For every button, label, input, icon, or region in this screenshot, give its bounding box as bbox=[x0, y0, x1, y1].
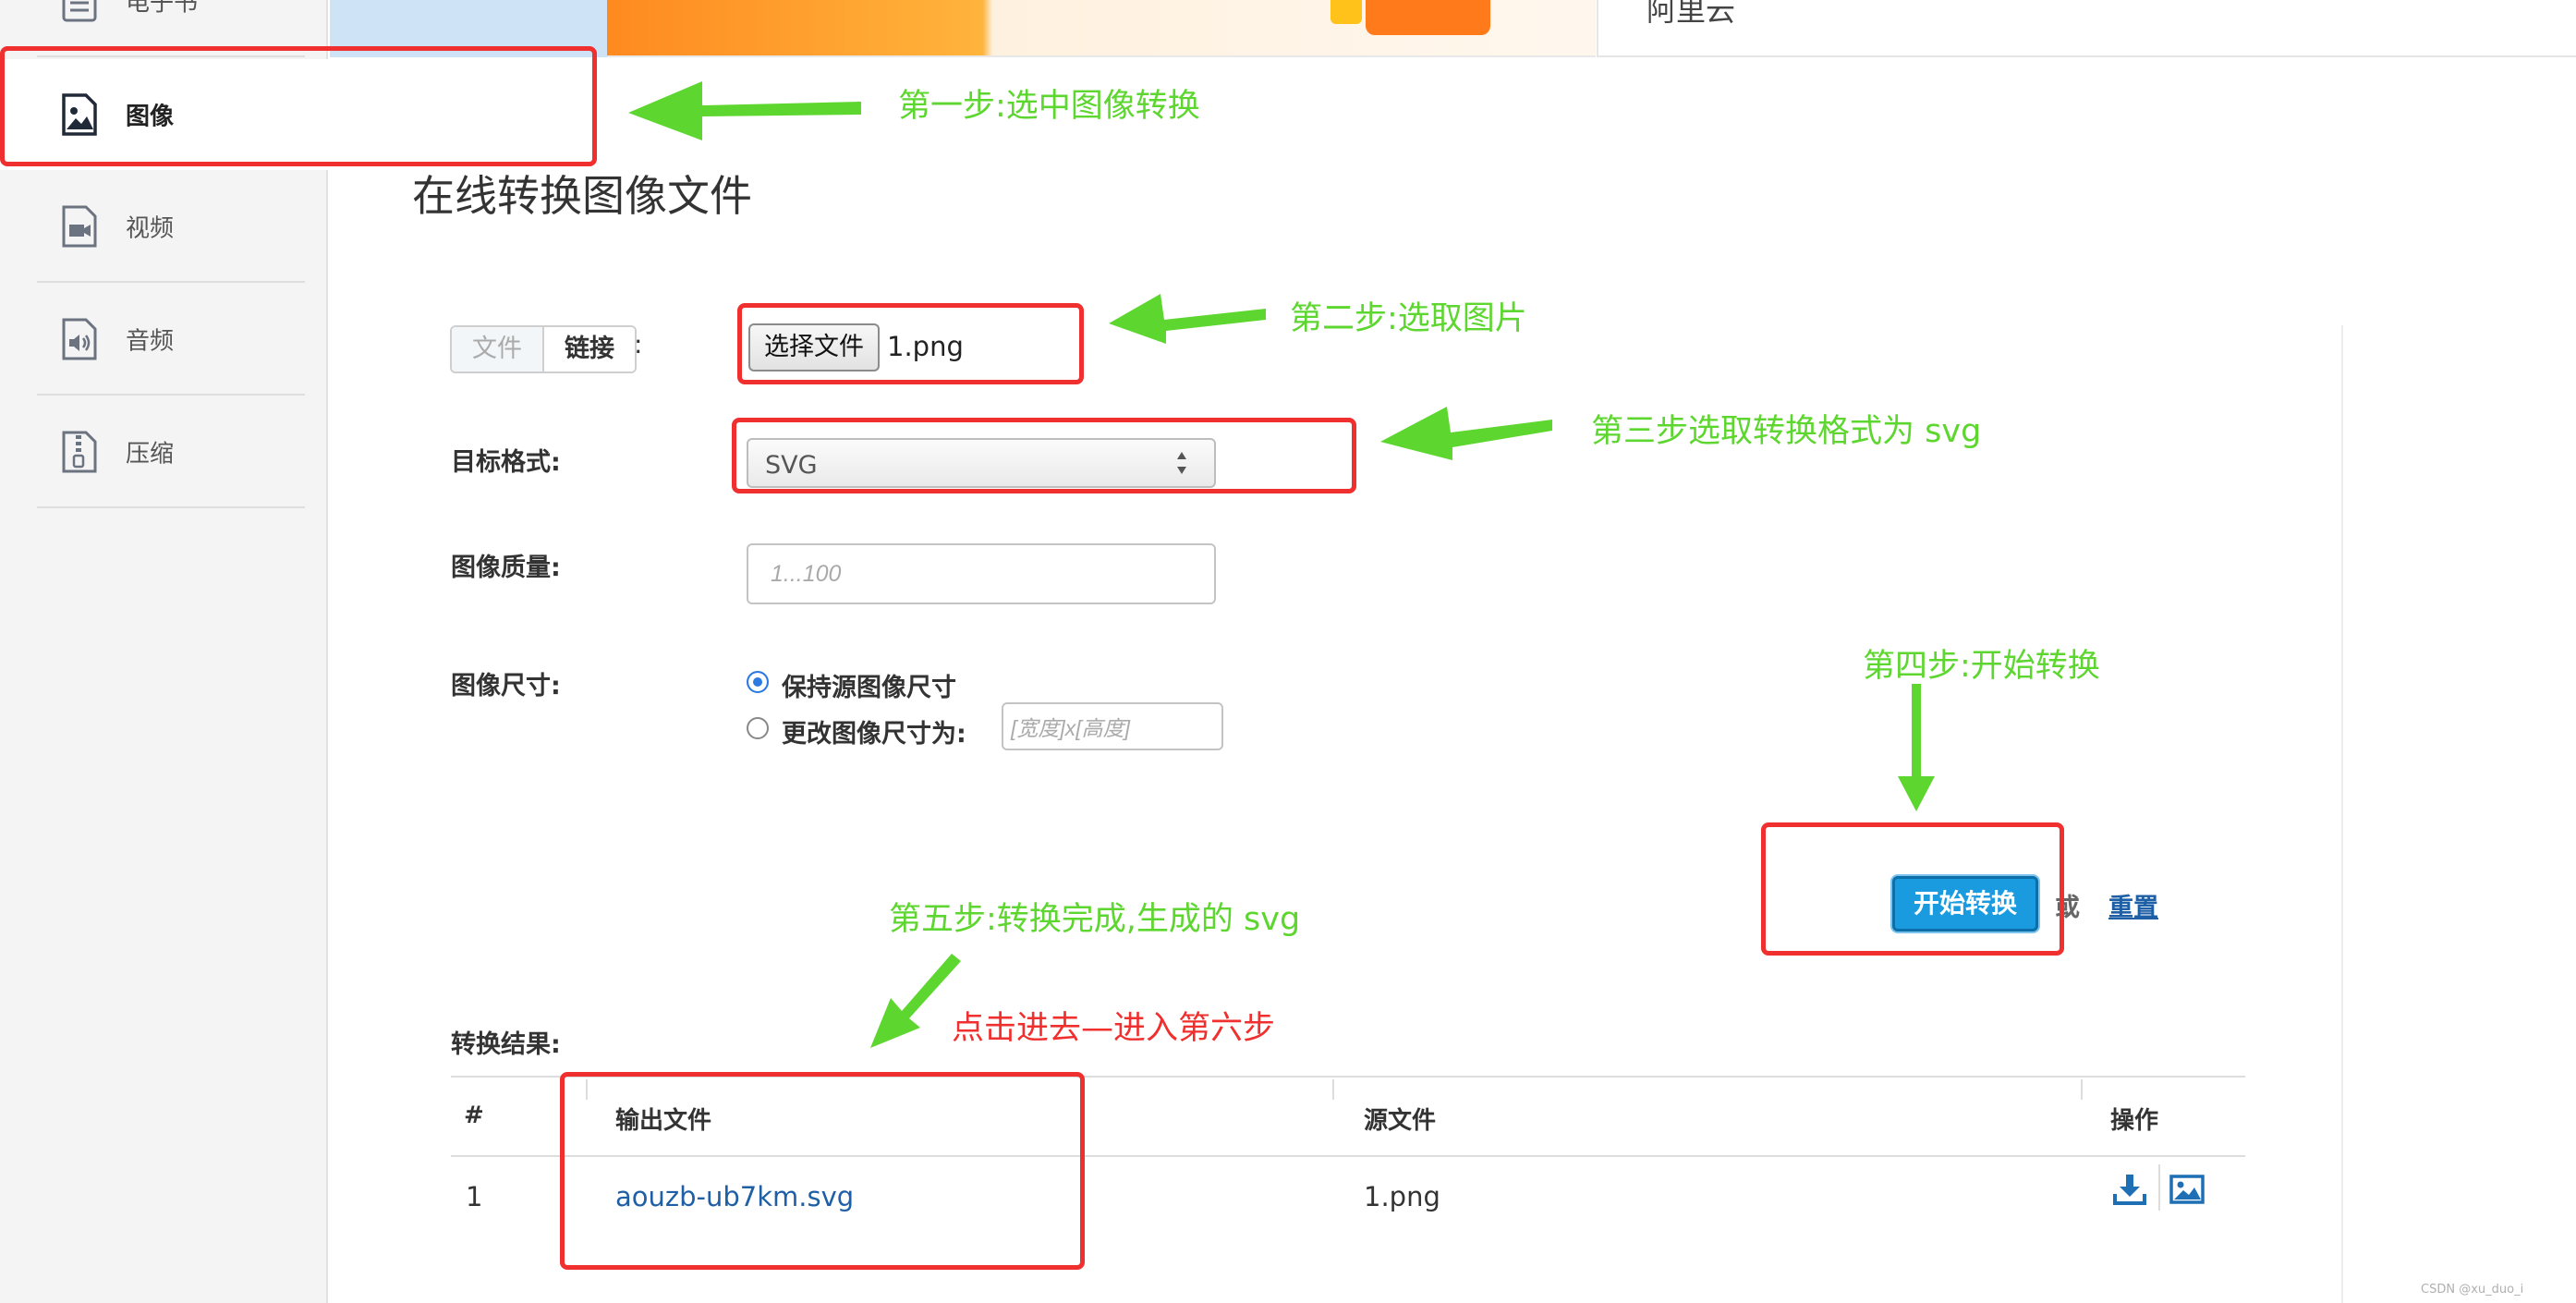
annotation-step3: 第三步选取转换格式为 svg bbox=[1591, 413, 1982, 450]
tabs-colon: : bbox=[634, 329, 643, 359]
sidebar-item-label: 音频 bbox=[126, 327, 175, 356]
sidebar: 电子书 图像 视频 音频 压缩 bbox=[0, 0, 330, 1303]
banner-brand-text: 阿里云 bbox=[1646, 0, 1736, 28]
source-tabs: 文件 链接 bbox=[450, 325, 637, 373]
keep-size-option-label: 保持源图像尺寸 bbox=[782, 674, 956, 702]
sidebar-item-label: 视频 bbox=[126, 214, 175, 243]
annotation-step2: 第二步:选取图片 bbox=[1290, 300, 1527, 337]
annotation-step1: 第一步:选中图像转换 bbox=[898, 88, 1200, 125]
column-header-index: # bbox=[464, 1102, 484, 1129]
image-size-label: 图像尺寸: bbox=[451, 672, 561, 700]
page-title: 在线转换图像文件 bbox=[412, 171, 752, 221]
row-index: 1 bbox=[466, 1181, 483, 1212]
annotation-box-step2 bbox=[737, 303, 1084, 384]
video-file-icon bbox=[62, 205, 97, 248]
zip-file-icon bbox=[62, 431, 97, 473]
keep-size-radio[interactable] bbox=[747, 671, 769, 693]
image-quality-input[interactable]: 1...100 bbox=[747, 543, 1216, 604]
annotation-box-step1 bbox=[0, 46, 597, 166]
source-file-name: 1.png bbox=[1364, 1181, 1440, 1212]
annotation-box-step4 bbox=[1761, 822, 2064, 956]
column-header-source: 源文件 bbox=[1364, 1107, 1437, 1135]
sidebar-item-video[interactable]: 视频 bbox=[37, 172, 305, 283]
annotation-step4: 第四步:开始转换 bbox=[1863, 648, 2100, 685]
download-icon[interactable] bbox=[2112, 1172, 2147, 1207]
resize-option-label: 更改图像尺寸为: bbox=[782, 720, 966, 749]
annotation-box-step3 bbox=[732, 418, 1356, 493]
action-divider bbox=[2158, 1164, 2160, 1211]
reset-link[interactable]: 重置 bbox=[2108, 887, 2158, 923]
custom-size-input[interactable]: [宽度]x[高度] bbox=[1002, 702, 1223, 750]
arrow-step1-icon bbox=[628, 81, 861, 140]
screenshot-stage: 电子书 图像 视频 音频 压缩 阿里云 在线转换图像文件 文件 链接 : 选择文… bbox=[0, 0, 2576, 1303]
annotation-step6: 点击进去—进入第六步 bbox=[952, 1010, 1276, 1047]
banner-ad-panel[interactable]: 阿里云 bbox=[1597, 0, 2576, 57]
image-quality-label: 图像质量: bbox=[451, 554, 561, 582]
image-preview-icon[interactable] bbox=[2169, 1172, 2205, 1207]
sidebar-item-label: 压缩 bbox=[126, 440, 175, 469]
result-label: 转换结果: bbox=[451, 1030, 561, 1059]
resize-radio[interactable] bbox=[747, 717, 769, 739]
tab-file[interactable]: 文件 bbox=[452, 327, 542, 371]
book-icon bbox=[62, 0, 97, 22]
column-separator bbox=[1332, 1079, 1334, 1100]
banner-box-graphic bbox=[1331, 0, 1362, 24]
target-format-label: 目标格式: bbox=[451, 448, 561, 477]
watermark: CSDN @xu_duo_i bbox=[2421, 1283, 2524, 1297]
tab-link[interactable]: 链接 bbox=[542, 327, 635, 371]
column-separator bbox=[2081, 1079, 2083, 1100]
sidebar-item-label: 电子书 bbox=[126, 0, 199, 18]
banner-box-graphic bbox=[1366, 0, 1490, 35]
audio-file-icon bbox=[62, 318, 97, 360]
sidebar-item-archive[interactable]: 压缩 bbox=[37, 397, 305, 508]
annotation-step5: 第五步:转换完成,生成的 svg bbox=[889, 901, 1301, 938]
sidebar-item-audio[interactable]: 音频 bbox=[37, 285, 305, 396]
column-header-actions: 操作 bbox=[2110, 1107, 2159, 1135]
annotation-box-step5 bbox=[560, 1072, 1085, 1270]
